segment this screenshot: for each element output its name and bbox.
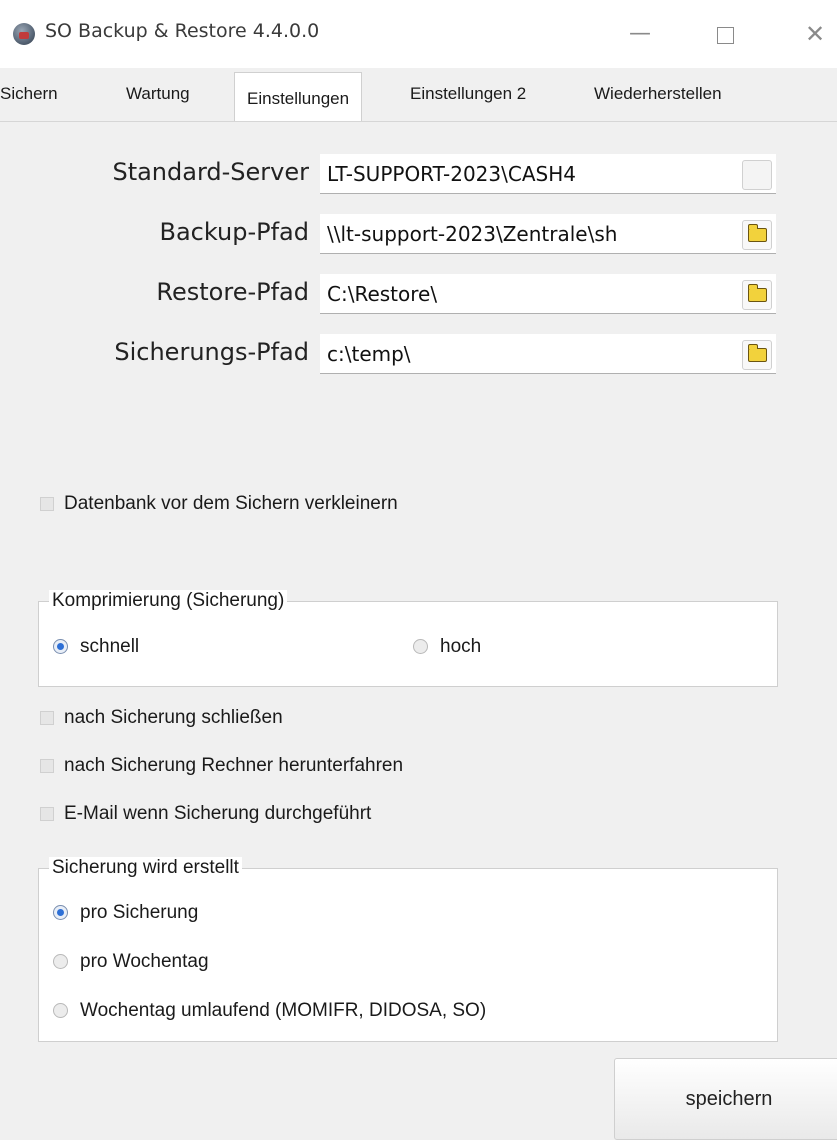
mode-per-backup-label: pro Sicherung (80, 902, 199, 923)
backup-path-label: Backup-Pfad (159, 218, 310, 246)
restore-browse-button[interactable] (742, 280, 772, 310)
backup-mode-legend: Sicherung wird erstellt (49, 857, 242, 879)
folder-open-icon (748, 344, 767, 362)
mode-per-weekday-label: pro Wochentag (80, 951, 209, 972)
email-after-option[interactable]: E-Mail wenn Sicherung durchgeführt (40, 803, 371, 825)
restore-path-label: Restore-Pfad (156, 278, 309, 306)
sicherung-path-label: Sicherungs-Pfad (114, 338, 309, 366)
maximize-button[interactable] (705, 14, 745, 54)
backup-path-field[interactable]: \\lt-support-2023\Zentrale\sh (320, 214, 776, 254)
compression-fast-label: schnell (80, 636, 140, 657)
mode-rotating-label: Wochentag umlaufend (MOMIFR, DIDOSA, SO) (80, 1000, 487, 1021)
sicherung-path-field[interactable]: c:\temp\ (320, 334, 776, 374)
mode-rotating-radio[interactable] (53, 1003, 68, 1019)
shrink-db-label: Datenbank vor dem Sichern verkleinern (64, 493, 398, 514)
tab-sichern[interactable]: Sichern (0, 84, 58, 104)
backup-browse-button[interactable] (742, 220, 772, 250)
title-bar: SO Backup & Restore 4.4.0.0 — ✕ (0, 0, 837, 68)
server-field[interactable]: LT-SUPPORT-2023\CASH4 (320, 154, 776, 194)
shutdown-after-checkbox[interactable] (40, 758, 54, 773)
minimize-button[interactable]: — (620, 14, 660, 54)
tab-einstellungen[interactable]: Einstellungen (234, 72, 363, 123)
shutdown-after-option[interactable]: nach Sicherung Rechner herunterfahren (40, 755, 403, 777)
mode-per-weekday-radio[interactable] (53, 954, 68, 970)
close-button[interactable]: ✕ (795, 14, 835, 54)
tab-strip: Sichern Wartung Einstellungen Einstellun… (0, 68, 837, 123)
settings-panel: Standard-Server LT-SUPPORT-2023\CASH4 Ba… (0, 122, 837, 1140)
email-after-label: E-Mail wenn Sicherung durchgeführt (64, 803, 372, 824)
mode-rotating-option[interactable]: Wochentag umlaufend (MOMIFR, DIDOSA, SO) (53, 1000, 486, 1022)
close-after-checkbox[interactable] (40, 710, 54, 725)
close-after-label: nach Sicherung schließen (64, 707, 283, 728)
restore-path-field[interactable]: C:\Restore\ (320, 274, 776, 314)
folder-open-icon (748, 284, 767, 302)
shrink-db-option[interactable]: Datenbank vor dem Sichern verkleinern (40, 493, 398, 515)
compression-high-option[interactable]: hoch (413, 636, 481, 658)
compression-fast-option[interactable]: schnell (53, 636, 139, 658)
sicherung-browse-button[interactable] (742, 340, 772, 370)
compression-legend: Komprimierung (Sicherung) (49, 590, 288, 612)
app-icon (13, 23, 35, 45)
folder-open-icon (748, 224, 767, 242)
save-button[interactable]: speichern (614, 1058, 837, 1140)
email-after-checkbox[interactable] (40, 806, 54, 821)
compression-group: Komprimierung (Sicherung) schnell hoch (38, 590, 778, 687)
backup-mode-group: Sicherung wird erstellt pro Sicherung pr… (38, 857, 778, 1042)
shutdown-after-label: nach Sicherung Rechner herunterfahren (64, 755, 404, 776)
tab-einstellungen-2[interactable]: Einstellungen 2 (410, 84, 526, 104)
server-label: Standard-Server (112, 158, 309, 186)
mode-per-backup-option[interactable]: pro Sicherung (53, 902, 198, 924)
shrink-db-checkbox[interactable] (40, 496, 54, 511)
tab-wiederherstellen[interactable]: Wiederherstellen (594, 84, 722, 104)
compression-fast-radio[interactable] (53, 639, 68, 655)
compression-high-label: hoch (440, 636, 482, 657)
mode-per-backup-radio[interactable] (53, 905, 68, 921)
close-after-option[interactable]: nach Sicherung schließen (40, 707, 283, 729)
compression-high-radio[interactable] (413, 639, 428, 655)
tab-wartung[interactable]: Wartung (126, 84, 190, 104)
window-title: SO Backup & Restore 4.4.0.0 (45, 20, 320, 42)
mode-per-weekday-option[interactable]: pro Wochentag (53, 951, 209, 973)
server-browse-button[interactable] (742, 160, 772, 190)
